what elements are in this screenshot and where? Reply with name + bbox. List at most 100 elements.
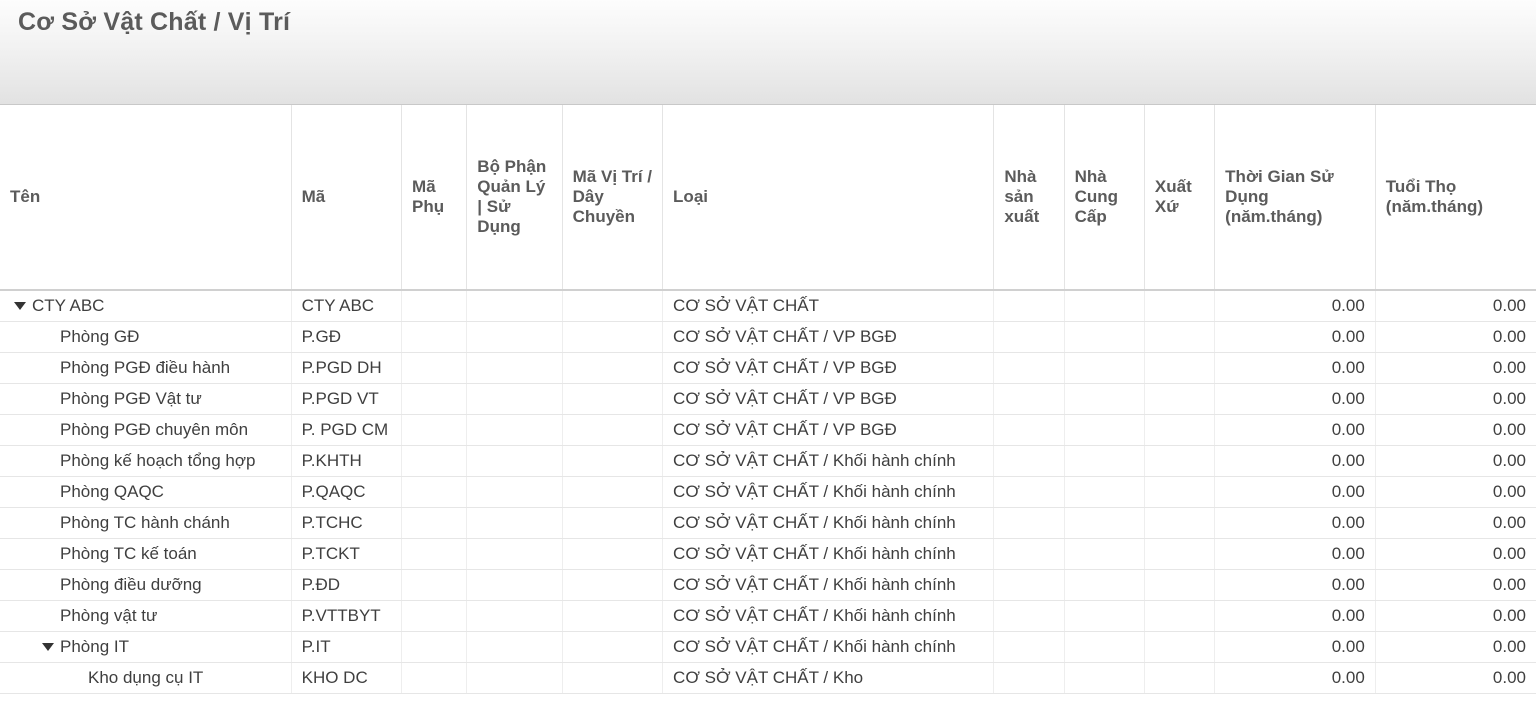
cell-code: CTY ABC: [291, 290, 401, 321]
cell-code: P.VTTBYT: [291, 600, 401, 631]
table-row[interactable]: CTY ABCCTY ABCCƠ SỞ VẬT CHẤT0.000.00: [0, 290, 1536, 321]
cell-poscode: [562, 476, 662, 507]
cell-name[interactable]: Kho dụng cụ IT: [0, 662, 291, 693]
row-name-text: Phòng kế hoạch tổng hợp: [60, 451, 255, 471]
cell-maker: [994, 445, 1064, 476]
cell-life: 0.00: [1375, 662, 1536, 693]
cell-poscode: [562, 414, 662, 445]
cell-dept: [467, 445, 562, 476]
cell-usage: 0.00: [1215, 662, 1376, 693]
cell-name[interactable]: Phòng GĐ: [0, 321, 291, 352]
cell-code: P.PGD VT: [291, 383, 401, 414]
cell-origin: [1144, 507, 1214, 538]
cell-type: CƠ SỞ VẬT CHẤT: [663, 290, 994, 321]
cell-name[interactable]: Phòng điều dưỡng: [0, 569, 291, 600]
cell-code: P.PGD DH: [291, 352, 401, 383]
cell-poscode: [562, 662, 662, 693]
column-header[interactable]: Bộ Phận Quản Lý | Sử Dụng: [467, 105, 562, 290]
cell-aux: [402, 476, 467, 507]
cell-origin: [1144, 600, 1214, 631]
cell-name[interactable]: Phòng vật tư: [0, 600, 291, 631]
cell-name[interactable]: CTY ABC: [0, 290, 291, 321]
cell-origin: [1144, 352, 1214, 383]
cell-name[interactable]: Phòng PGĐ Vật tư: [0, 383, 291, 414]
cell-aux: [402, 321, 467, 352]
table-row[interactable]: Phòng kế hoạch tổng hợpP.KHTHCƠ SỞ VẬT C…: [0, 445, 1536, 476]
column-header[interactable]: Mã: [291, 105, 401, 290]
cell-aux: [402, 600, 467, 631]
cell-maker: [994, 383, 1064, 414]
expand-collapse-icon[interactable]: [42, 643, 54, 651]
cell-type: CƠ SỞ VẬT CHẤT / VP BGĐ: [663, 414, 994, 445]
cell-maker: [994, 569, 1064, 600]
cell-supplier: [1064, 290, 1144, 321]
cell-life: 0.00: [1375, 414, 1536, 445]
table-row[interactable]: Phòng PGĐ điều hànhP.PGD DH CƠ SỞ VẬT CHẤ…: [0, 352, 1536, 383]
cell-origin: [1144, 321, 1214, 352]
table-row[interactable]: Phòng GĐP.GĐCƠ SỞ VẬT CHẤT / VP BGĐ0.000…: [0, 321, 1536, 352]
cell-usage: 0.00: [1215, 600, 1376, 631]
column-header[interactable]: Thời Gian Sử Dụng (năm.tháng): [1215, 105, 1376, 290]
cell-maker: [994, 507, 1064, 538]
cell-dept: [467, 507, 562, 538]
cell-name[interactable]: Phòng PGĐ điều hành: [0, 352, 291, 383]
cell-dept: [467, 569, 562, 600]
expand-collapse-icon[interactable]: [14, 302, 26, 310]
cell-dept: [467, 290, 562, 321]
cell-aux: [402, 507, 467, 538]
cell-life: 0.00: [1375, 383, 1536, 414]
cell-name[interactable]: Phòng TC kế toán: [0, 538, 291, 569]
column-header[interactable]: Xuất Xứ: [1144, 105, 1214, 290]
cell-usage: 0.00: [1215, 569, 1376, 600]
cell-maker: [994, 352, 1064, 383]
row-name-text: Phòng QAQC: [60, 482, 164, 502]
cell-supplier: [1064, 662, 1144, 693]
cell-dept: [467, 321, 562, 352]
cell-aux: [402, 445, 467, 476]
cell-aux: [402, 383, 467, 414]
cell-name[interactable]: Phòng IT: [0, 631, 291, 662]
cell-dept: [467, 538, 562, 569]
cell-name[interactable]: Phòng PGĐ chuyên môn: [0, 414, 291, 445]
column-header[interactable]: Tuổi Thọ (năm.tháng): [1375, 105, 1536, 290]
cell-name[interactable]: Phòng kế hoạch tổng hợp: [0, 445, 291, 476]
table-row[interactable]: Phòng vật tưP.VTTBYTCƠ SỞ VẬT CHẤT / Khố…: [0, 600, 1536, 631]
table-row[interactable]: Phòng PGĐ chuyên mônP. PGD CMCƠ SỞ VẬT C…: [0, 414, 1536, 445]
cell-supplier: [1064, 476, 1144, 507]
cell-usage: 0.00: [1215, 445, 1376, 476]
cell-life: 0.00: [1375, 538, 1536, 569]
table-row[interactable]: Phòng PGĐ Vật tưP.PGD VT CƠ SỞ VẬT CHẤT /…: [0, 383, 1536, 414]
cell-poscode: [562, 569, 662, 600]
column-header[interactable]: Mã Vị Trí / Dây Chuyền: [562, 105, 662, 290]
table-row[interactable]: Phòng ITP.ITCƠ SỞ VẬT CHẤT / Khối hành c…: [0, 631, 1536, 662]
cell-name[interactable]: Phòng TC hành chánh: [0, 507, 291, 538]
table-row[interactable]: Phòng TC kế toánP.TCKTCƠ SỞ VẬT CHẤT / K…: [0, 538, 1536, 569]
table-row[interactable]: Phòng điều dưỡngP.ĐDCƠ SỞ VẬT CHẤT / Khố…: [0, 569, 1536, 600]
cell-type: CƠ SỞ VẬT CHẤT / VP BGĐ: [663, 383, 994, 414]
cell-poscode: [562, 290, 662, 321]
cell-code: P.IT: [291, 631, 401, 662]
column-header[interactable]: Tên: [0, 105, 291, 290]
column-header[interactable]: Nhà sản xuất: [994, 105, 1064, 290]
table-row[interactable]: Phòng QAQCP.QAQCCƠ SỞ VẬT CHẤT / Khối hà…: [0, 476, 1536, 507]
cell-type: CƠ SỞ VẬT CHẤT / VP BGĐ: [663, 352, 994, 383]
row-name-text: Phòng vật tư: [60, 606, 157, 626]
cell-supplier: [1064, 352, 1144, 383]
cell-poscode: [562, 383, 662, 414]
column-header[interactable]: Loại: [663, 105, 994, 290]
column-header[interactable]: Mã Phụ: [402, 105, 467, 290]
column-header[interactable]: Nhà Cung Cấp: [1064, 105, 1144, 290]
cell-maker: [994, 290, 1064, 321]
row-name-text: Kho dụng cụ IT: [88, 668, 203, 688]
cell-poscode: [562, 631, 662, 662]
table-row[interactable]: Phòng TC hành chánhP.TCHCCƠ SỞ VẬT CHẤT …: [0, 507, 1536, 538]
cell-code: P.TCKT: [291, 538, 401, 569]
cell-origin: [1144, 414, 1214, 445]
cell-name[interactable]: Phòng QAQC: [0, 476, 291, 507]
cell-type: CƠ SỞ VẬT CHẤT / VP BGĐ: [663, 321, 994, 352]
cell-aux: [402, 538, 467, 569]
cell-supplier: [1064, 631, 1144, 662]
cell-aux: [402, 662, 467, 693]
table-row[interactable]: Kho dụng cụ ITKHO DCCƠ SỞ VẬT CHẤT / Kho…: [0, 662, 1536, 693]
cell-supplier: [1064, 414, 1144, 445]
